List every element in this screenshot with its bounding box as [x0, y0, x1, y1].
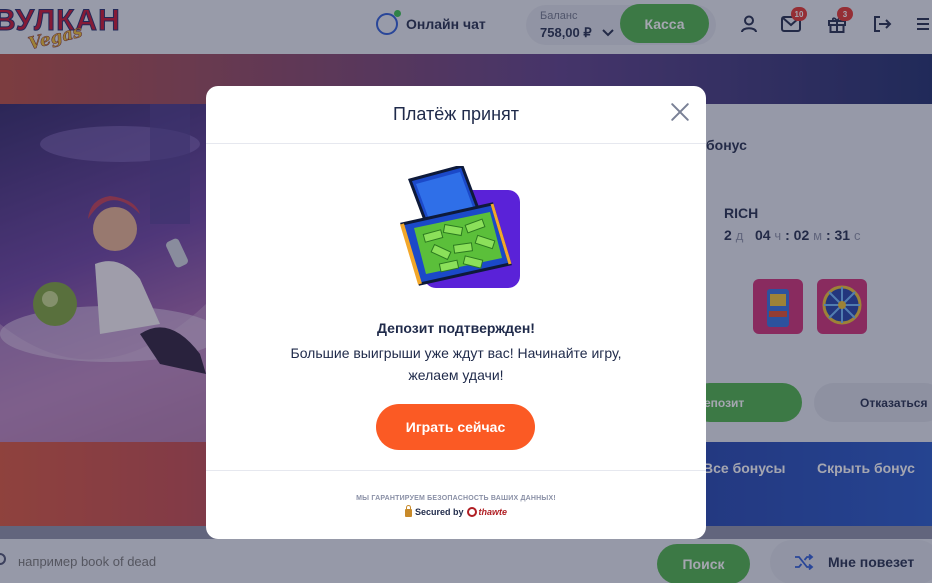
- close-icon[interactable]: [670, 102, 690, 122]
- secured-by-label: Secured by: [414, 507, 464, 517]
- lock-icon: [404, 505, 412, 517]
- confirmation-message: Большие выигрыши уже ждут вас! Начинайте…: [290, 345, 622, 383]
- thawte-logo: thawte: [466, 507, 508, 517]
- security-note: МЫ ГАРАНТИРУЕМ БЕЗОПАСНОСТЬ ВАШИХ ДАННЫХ…: [356, 495, 556, 502]
- modal-title: Платёж принят: [392, 104, 520, 124]
- thawte-wordmark: thawte: [478, 507, 508, 517]
- confirmation-heading: Депозит подтвержден!: [377, 320, 535, 336]
- money-case-icon: [400, 166, 520, 288]
- modal-footer: МЫ ГАРАНТИРУЕМ БЕЗОПАСНОСТЬ ВАШИХ ДАННЫХ…: [206, 470, 706, 539]
- payment-accepted-modal: Платёж принят Депозит подтвержден! Больш…: [206, 86, 706, 539]
- thawte-mark-icon: [466, 507, 477, 517]
- secured-by-badge: Secured by thawte: [206, 505, 706, 517]
- play-now-button[interactable]: Играть сейчас: [376, 404, 535, 450]
- modal-header: Платёж принят: [206, 86, 706, 144]
